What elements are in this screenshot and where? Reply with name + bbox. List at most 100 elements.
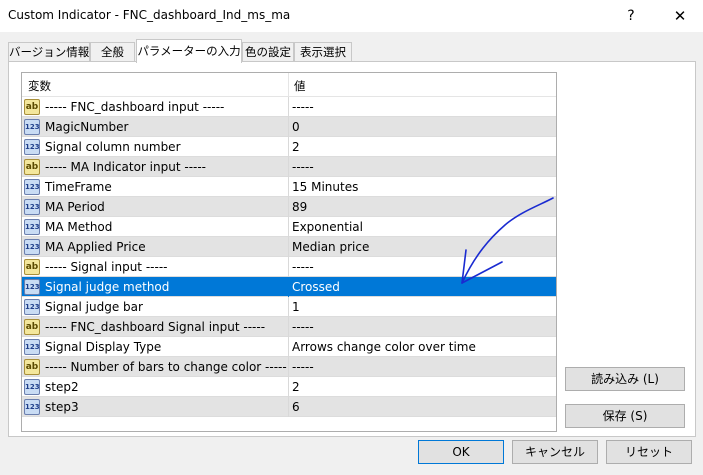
number-type-icon: 123	[24, 339, 40, 355]
title-bar: Custom Indicator - FNC_dashboard_Ind_ms_…	[0, 0, 703, 32]
parameter-row[interactable]: 123 TimeFrame 15 Minutes	[22, 177, 556, 197]
cell-divider	[288, 377, 289, 397]
parameter-value[interactable]: Exponential	[292, 220, 363, 234]
parameter-row[interactable]: 123 MA Applied Price Median price	[22, 237, 556, 257]
parameter-name: TimeFrame	[45, 180, 112, 194]
parameter-value[interactable]: -----	[292, 260, 314, 274]
string-type-icon: ab	[24, 319, 40, 335]
grid-rows: ab ----- FNC_dashboard input ----- ----- 12…	[22, 97, 556, 417]
cell-divider	[288, 317, 289, 337]
parameter-name: Signal judge bar	[45, 300, 143, 314]
parameter-name: ----- Number of bars to change color ---…	[45, 360, 287, 374]
parameter-value[interactable]: -----	[292, 100, 314, 114]
number-type-icon: 123	[24, 299, 40, 315]
cell-divider	[288, 117, 289, 137]
parameter-row[interactable]: 123 Signal Display Type Arrows change colo…	[22, 337, 556, 357]
parameter-value[interactable]: 89	[292, 200, 307, 214]
parameter-name: step2	[45, 380, 79, 394]
number-type-icon: 123	[24, 139, 40, 155]
parameter-value[interactable]: 2	[292, 380, 300, 394]
help-button[interactable]: ?	[617, 4, 645, 28]
tab-version-info[interactable]: バージョン情報	[8, 42, 90, 62]
number-type-icon: 123	[24, 239, 40, 255]
parameter-name: Signal column number	[45, 140, 181, 154]
reset-button[interactable]: リセット	[606, 440, 692, 464]
tab-display-select[interactable]: 表示選択	[294, 42, 352, 62]
parameter-row[interactable]: ab ----- Signal input ----- -----	[22, 257, 556, 277]
parameter-row[interactable]: 123 step3 6	[22, 397, 556, 417]
parameter-value[interactable]: 6	[292, 400, 300, 414]
parameter-value[interactable]: -----	[292, 320, 314, 334]
parameter-value[interactable]: Median price	[292, 240, 369, 254]
parameter-value[interactable]: -----	[292, 160, 314, 174]
parameter-row[interactable]: ab ----- FNC_dashboard input ----- -----	[22, 97, 556, 117]
parameter-row[interactable]: ab ----- MA Indicator input ----- -----	[22, 157, 556, 177]
parameter-row[interactable]: ab ----- FNC_dashboard Signal input -----…	[22, 317, 556, 337]
parameter-value[interactable]: 15 Minutes	[292, 180, 358, 194]
column-header-value[interactable]: 値	[294, 78, 306, 94]
parameter-name: ----- FNC_dashboard input -----	[45, 100, 225, 114]
tab-general[interactable]: 全般	[90, 42, 135, 62]
parameters-panel: 変数 値 ab ----- FNC_dashboard input ----- --…	[8, 61, 696, 437]
tab-parameters[interactable]: パラメーターの入力	[136, 39, 242, 63]
ok-button[interactable]: OK	[418, 440, 504, 464]
parameter-row[interactable]: 123 step2 2	[22, 377, 556, 397]
number-type-icon: 123	[24, 199, 40, 215]
parameter-row[interactable]: 123 MagicNumber 0	[22, 117, 556, 137]
window-title: Custom Indicator - FNC_dashboard_Ind_ms_…	[8, 8, 291, 22]
close-button[interactable]: ✕	[660, 4, 700, 28]
parameter-name: Signal judge method	[45, 280, 170, 294]
load-button[interactable]: 読み込み (L)	[565, 367, 685, 391]
number-type-icon: 123	[24, 379, 40, 395]
number-type-icon: 123	[24, 119, 40, 135]
cell-divider	[288, 157, 289, 177]
cell-divider	[288, 337, 289, 357]
parameter-name: MagicNumber	[45, 120, 129, 134]
cancel-button[interactable]: キャンセル	[512, 440, 598, 464]
string-type-icon: ab	[24, 359, 40, 375]
number-type-icon: 123	[24, 399, 40, 415]
column-header-variable[interactable]: 変数	[28, 78, 51, 94]
parameter-name: ----- Signal input -----	[45, 260, 168, 274]
parameter-value[interactable]: 1	[292, 300, 300, 314]
parameter-name: MA Period	[45, 200, 105, 214]
parameter-value[interactable]: Crossed	[292, 280, 340, 294]
column-divider[interactable]	[288, 73, 289, 97]
parameter-value[interactable]: 2	[292, 140, 300, 154]
cell-divider	[288, 177, 289, 197]
parameter-row[interactable]: 123 Signal judge method Crossed	[22, 277, 556, 297]
parameter-name: MA Applied Price	[45, 240, 146, 254]
parameter-name: MA Method	[45, 220, 113, 234]
cell-divider	[288, 237, 289, 257]
cell-divider	[288, 197, 289, 217]
parameter-value[interactable]: -----	[292, 360, 314, 374]
parameter-value[interactable]: 0	[292, 120, 300, 134]
parameter-value[interactable]: Arrows change color over time	[292, 340, 476, 354]
number-type-icon: 123	[24, 179, 40, 195]
string-type-icon: ab	[24, 159, 40, 175]
string-type-icon: ab	[24, 259, 40, 275]
cell-divider	[288, 397, 289, 417]
cell-divider	[288, 97, 289, 117]
parameter-row[interactable]: 123 MA Method Exponential	[22, 217, 556, 237]
number-type-icon: 123	[24, 279, 40, 295]
cell-divider	[288, 217, 289, 237]
parameter-row[interactable]: 123 MA Period 89	[22, 197, 556, 217]
parameter-row[interactable]: ab ----- Number of bars to change color -…	[22, 357, 556, 377]
parameter-row[interactable]: 123 Signal judge bar 1	[22, 297, 556, 317]
grid-header: 変数 値	[22, 73, 556, 97]
cell-divider	[288, 277, 289, 297]
string-type-icon: ab	[24, 99, 40, 115]
cell-divider	[288, 357, 289, 377]
number-type-icon: 123	[24, 219, 40, 235]
parameter-name: step3	[45, 400, 79, 414]
parameter-name: Signal Display Type	[45, 340, 162, 354]
save-button[interactable]: 保存 (S)	[565, 404, 685, 428]
parameter-name: ----- MA Indicator input -----	[45, 160, 207, 174]
cell-divider	[288, 297, 289, 317]
tab-colors[interactable]: 色の設定	[242, 42, 294, 62]
parameter-name: ----- FNC_dashboard Signal input -----	[45, 320, 266, 334]
cell-divider	[288, 257, 289, 277]
cell-divider	[288, 137, 289, 157]
parameter-row[interactable]: 123 Signal column number 2	[22, 137, 556, 157]
